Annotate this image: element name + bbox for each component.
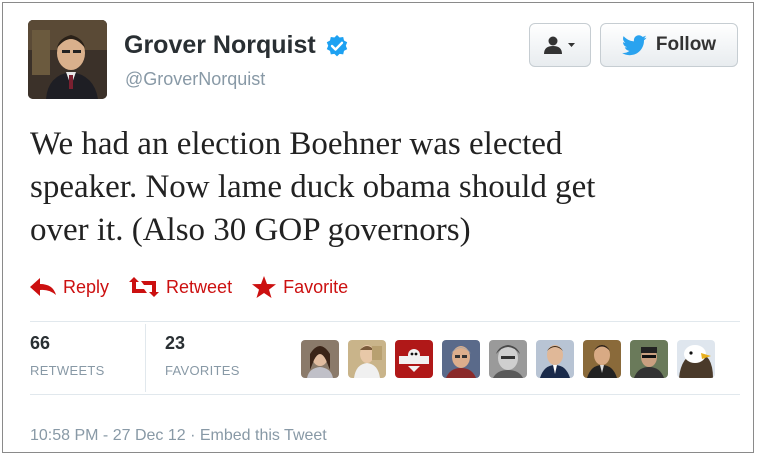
retweet-label[interactable]: Retweet	[166, 277, 232, 298]
favoriter-avatar[interactable]	[677, 340, 715, 378]
favoriter-avatar[interactable]	[301, 340, 339, 378]
author-handle[interactable]: @GroverNorquist	[125, 69, 265, 90]
star-icon	[252, 276, 277, 298]
favorites-count[interactable]: 23	[165, 333, 240, 354]
retweet-icon	[129, 277, 160, 297]
avatar-photo	[28, 20, 107, 99]
retweets-count[interactable]: 66	[30, 333, 105, 354]
twitter-bird-icon	[621, 34, 647, 55]
favoriter-avatar[interactable]	[442, 340, 480, 378]
favoriter-avatar[interactable]	[395, 340, 433, 378]
tweet-text-line: speaker. Now lame duck obama should get	[30, 169, 596, 205]
reply-icon	[30, 278, 56, 296]
verified-badge-icon	[325, 34, 349, 58]
favorite-button[interactable]: Favorite	[252, 276, 348, 298]
favoriter-avatar[interactable]	[348, 340, 386, 378]
user-dropdown-icon	[544, 36, 575, 54]
stat-separator	[145, 324, 146, 392]
timestamp[interactable]: 10:58 PM - 27 Dec 12	[30, 427, 186, 444]
tweet-card: Grover Norquist @GroverNorquist Follow W…	[2, 2, 754, 453]
author-name[interactable]: Grover Norquist	[124, 31, 349, 60]
author-avatar[interactable]	[28, 20, 107, 99]
tweet-text-line: We had an election Boehner was elected	[30, 126, 563, 162]
retweets-label[interactable]: RETWEETS	[30, 363, 105, 378]
follow-label[interactable]: Follow	[656, 34, 716, 56]
embed-tweet-link[interactable]: Embed this Tweet	[200, 427, 327, 444]
footer-separator: ·	[185, 427, 200, 444]
tweet-actions: Reply Retweet Favorite	[30, 276, 368, 298]
tweet-text-line: over it. (Also 30 GOP governors)	[30, 212, 471, 248]
divider	[30, 321, 740, 322]
tweet-text: We had an election Boehner was elected s…	[30, 123, 720, 252]
retweet-button[interactable]: Retweet	[129, 277, 232, 298]
favorites-stat[interactable]: 23 FAVORITES	[165, 333, 240, 378]
follow-button[interactable]: Follow	[600, 23, 738, 67]
favorite-label[interactable]: Favorite	[283, 277, 348, 298]
favoriter-avatar[interactable]	[536, 340, 574, 378]
user-actions-button[interactable]	[529, 23, 591, 67]
reply-button[interactable]: Reply	[30, 277, 109, 298]
reply-label[interactable]: Reply	[63, 277, 109, 298]
retweets-stat[interactable]: 66 RETWEETS	[30, 333, 105, 378]
favorites-label[interactable]: FAVORITES	[165, 363, 240, 378]
favoriter-avatar[interactable]	[489, 340, 527, 378]
favoriter-avatar[interactable]	[630, 340, 668, 378]
divider	[30, 394, 740, 395]
author-name-text[interactable]: Grover Norquist	[124, 31, 316, 60]
favoriter-avatars	[301, 340, 724, 378]
tweet-footer: 10:58 PM - 27 Dec 12 · Embed this Tweet	[30, 427, 327, 445]
favoriter-avatar[interactable]	[583, 340, 621, 378]
